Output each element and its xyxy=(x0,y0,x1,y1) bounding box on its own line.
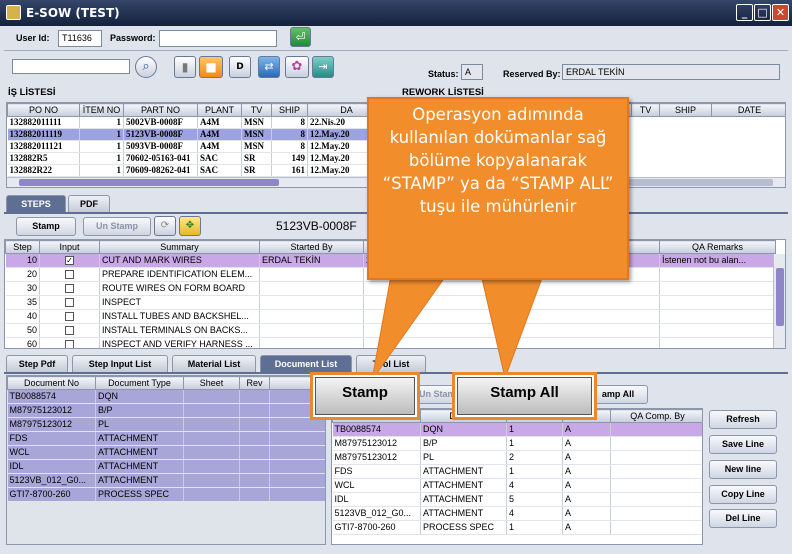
callout-pointer-right xyxy=(479,269,546,380)
callout-pointer-left xyxy=(371,269,451,381)
stamp-highlight: Stamp xyxy=(310,372,420,420)
stamp-all-highlight: Stamp All xyxy=(452,372,597,420)
stamp-all-button[interactable]: Stamp All xyxy=(457,377,592,415)
stamp-doc-button[interactable]: Stamp xyxy=(315,377,415,415)
callout-annotation: Operasyon adımında kullanılan dokümanlar… xyxy=(367,97,629,280)
